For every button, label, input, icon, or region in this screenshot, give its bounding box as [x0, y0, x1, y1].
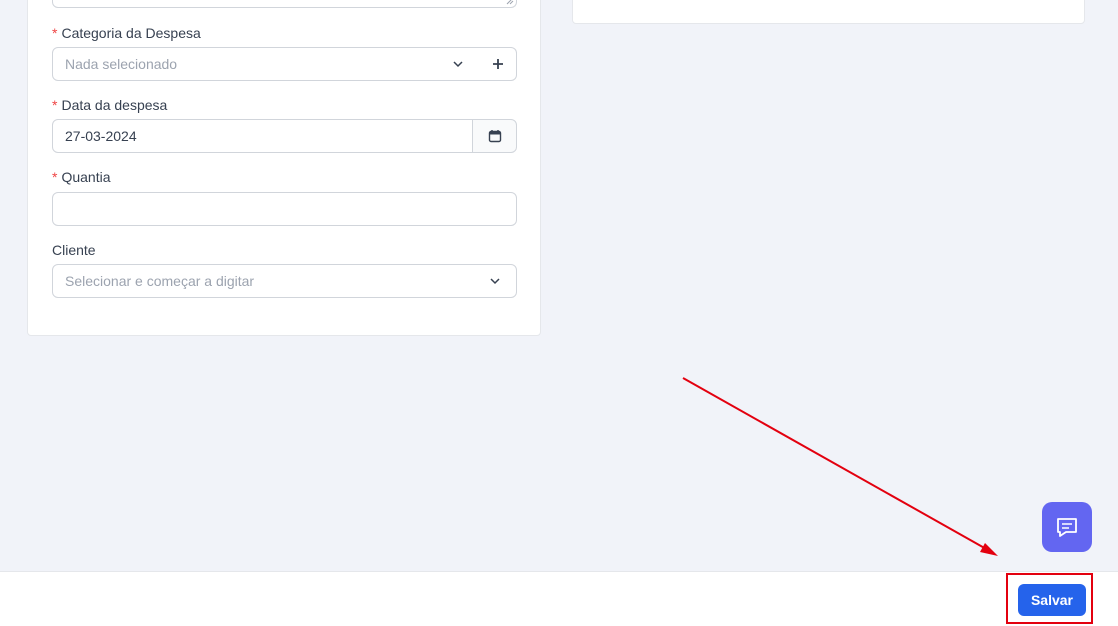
- required-mark: *: [52, 97, 58, 113]
- amount-input[interactable]: [52, 192, 517, 226]
- side-card: [572, 0, 1085, 24]
- expense-date-input[interactable]: 27-03-2024: [52, 119, 473, 153]
- category-select[interactable]: Nada selecionado: [52, 47, 480, 81]
- chevron-down-icon: [490, 278, 500, 285]
- expense-date-value: 27-03-2024: [65, 128, 137, 144]
- client-select[interactable]: Selecionar e começar a digitar: [52, 264, 517, 298]
- category-placeholder: Nada selecionado: [65, 56, 178, 72]
- form-footer: [0, 571, 1118, 626]
- client-label: Cliente: [52, 242, 96, 258]
- plus-icon: [492, 59, 503, 69]
- resize-handle-icon[interactable]: [506, 0, 514, 5]
- client-placeholder: Selecionar e começar a digitar: [65, 273, 255, 289]
- required-mark: *: [52, 25, 58, 41]
- date-label: * Data da despesa: [52, 97, 168, 113]
- chevron-down-icon: [453, 61, 463, 68]
- chat-icon: [1057, 518, 1077, 537]
- required-mark: *: [52, 169, 58, 185]
- add-category-button[interactable]: [479, 47, 517, 81]
- category-label: * Categoria da Despesa: [52, 25, 201, 41]
- chat-button[interactable]: [1042, 502, 1092, 552]
- calendar-button[interactable]: [472, 119, 517, 153]
- amount-label: * Quantia: [52, 169, 111, 185]
- description-textarea[interactable]: [52, 0, 517, 8]
- expense-form-card: * Categoria da Despesa Nada selecionado *…: [27, 0, 541, 336]
- calendar-icon: [488, 130, 501, 143]
- annotation-highlight-box: [1006, 573, 1093, 624]
